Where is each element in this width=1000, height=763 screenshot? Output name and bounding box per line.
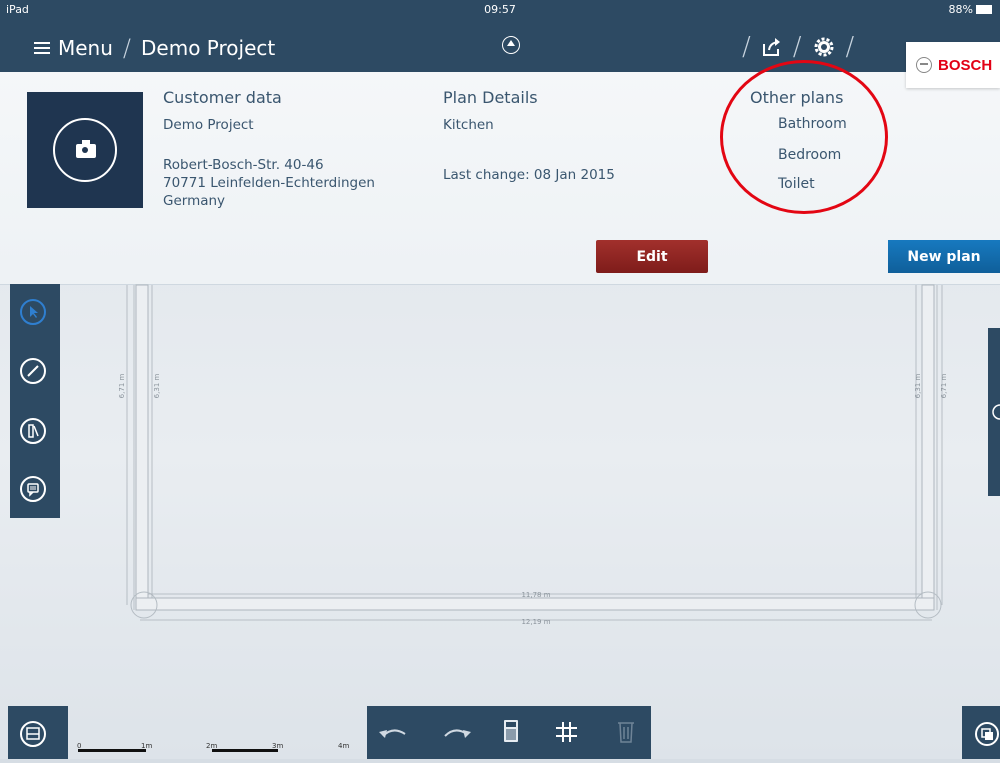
- pencil-icon[interactable]: [20, 358, 46, 384]
- dimension-outer-height-right: 6,71 m: [940, 374, 948, 399]
- dimension-inner-width: 11,78 m: [521, 591, 550, 599]
- left-tool-palette: [10, 284, 60, 518]
- dimension-inner-height-right: 6,31 m: [914, 374, 922, 399]
- redo-icon[interactable]: [444, 729, 471, 738]
- dimension-inner-height-left: 6,31 m: [153, 374, 161, 399]
- scale-label-3m: 3m: [272, 742, 284, 750]
- scale-label-2m: 2m: [206, 742, 218, 750]
- plan-overview-icon[interactable]: [8, 706, 68, 759]
- measure-tool-icon[interactable]: [20, 418, 46, 444]
- dimension-outer-height-left: 6,71 m: [118, 374, 126, 399]
- scale-label-4m: 4m: [338, 742, 350, 750]
- dimension-outer-width: 12,19 m: [521, 618, 550, 626]
- floor-plan-canvas[interactable]: 11,78 m 12,19 m 6,71 m 6,31 m 6,31 m 6,7…: [0, 0, 1000, 759]
- plan-overview-button[interactable]: [8, 706, 68, 759]
- trash-icon[interactable]: [618, 722, 634, 743]
- scale-label-0: 0: [77, 742, 82, 750]
- undo-icon[interactable]: [379, 729, 406, 738]
- layers-button[interactable]: [962, 706, 1000, 759]
- dimension-lines: [126, 285, 943, 621]
- grid-icon[interactable]: [556, 722, 577, 742]
- right-panel-toggle[interactable]: [988, 328, 1000, 496]
- room-walls: [130, 284, 942, 619]
- select-arrow-icon[interactable]: [20, 299, 46, 325]
- comment-icon[interactable]: [20, 476, 46, 502]
- scale-bar: [78, 740, 358, 759]
- bottom-toolbar: [367, 706, 651, 759]
- scale-label-1m: 1m: [141, 742, 153, 750]
- calculator-icon[interactable]: [504, 720, 518, 742]
- layers-icon[interactable]: [962, 706, 1000, 759]
